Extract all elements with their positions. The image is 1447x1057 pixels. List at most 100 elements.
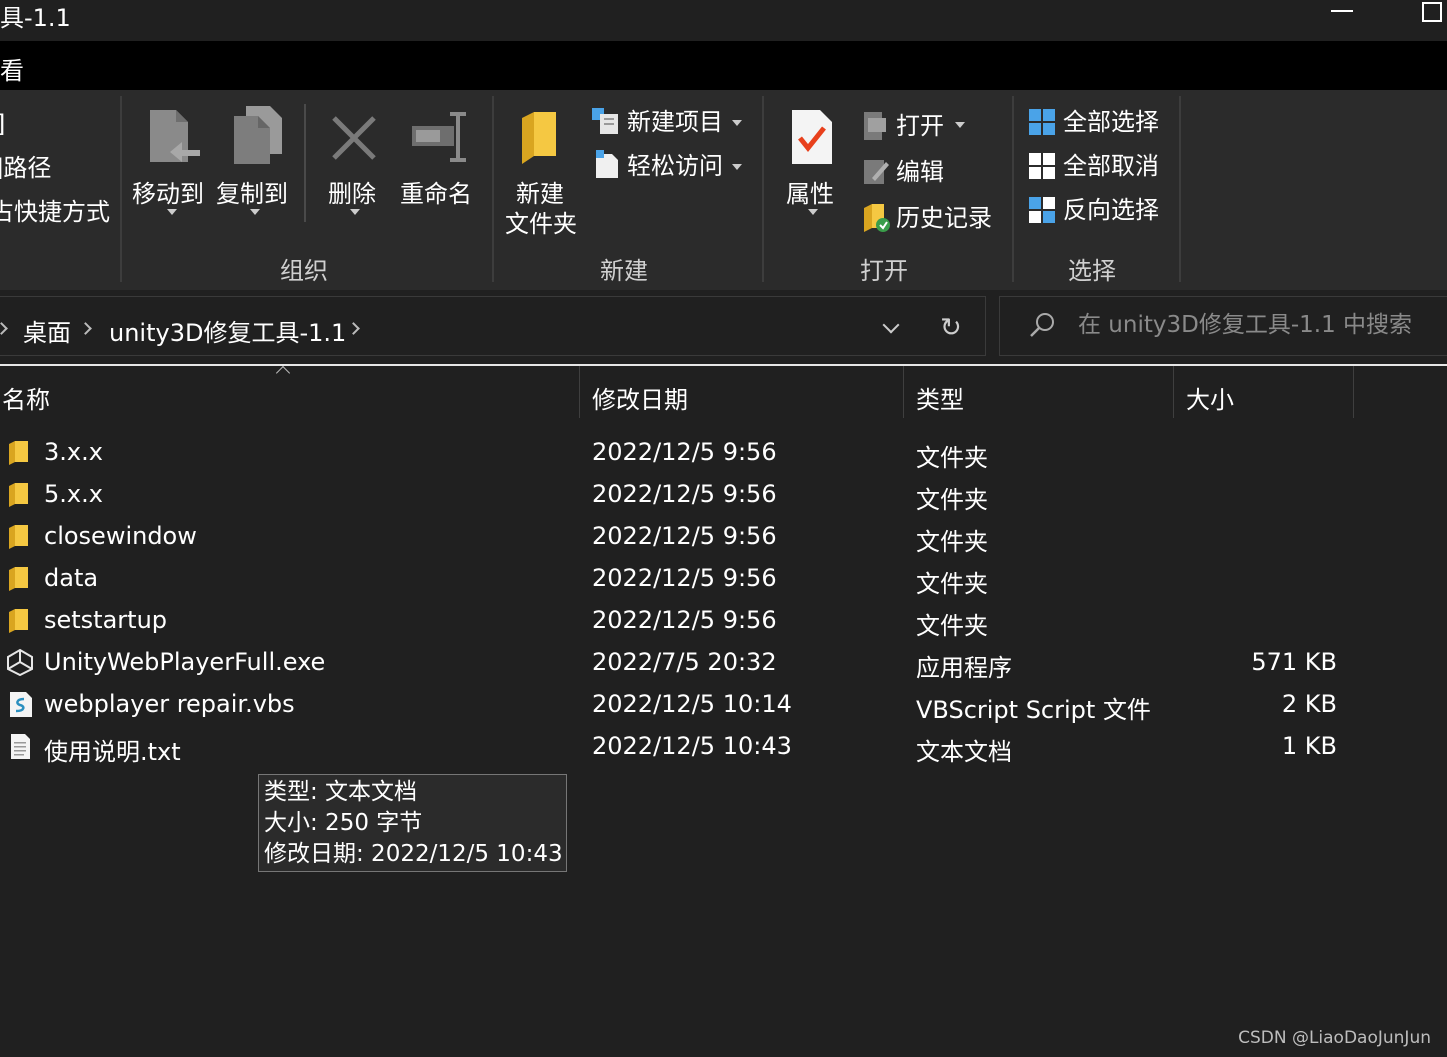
file-row[interactable]: 使用说明.txt 2022/12/5 10:43 文本文档 1 KB	[0, 726, 1447, 768]
file-date: 2022/12/5 10:14	[592, 690, 792, 718]
file-type: 文本文档	[916, 738, 1012, 766]
maximize-icon[interactable]	[1422, 2, 1442, 22]
open-label: 打开	[896, 112, 944, 140]
edit-label: 编辑	[896, 158, 944, 186]
file-info-tooltip: 类型: 文本文档 大小: 250 字节 修改日期: 2022/12/5 10:4…	[258, 774, 567, 872]
ribbon-separator	[1012, 96, 1014, 282]
ribbon-inner-separator	[304, 104, 306, 222]
new-folder-icon	[522, 112, 556, 164]
address-history-dropdown-icon[interactable]	[882, 316, 900, 334]
ribbon-partial-item-copy-path[interactable]: ]路径	[0, 154, 51, 182]
open-icon	[864, 112, 886, 140]
file-date: 2022/7/5 20:32	[592, 648, 777, 676]
ribbon: ] ]路径 占快捷方式 移动到 复制到 删除	[0, 90, 1447, 290]
column-header-size[interactable]: 大小	[1186, 380, 1234, 415]
file-type: 文件夹	[916, 612, 988, 640]
file-size: 1 KB	[1281, 732, 1337, 760]
file-date: 2022/12/5 9:56	[592, 480, 777, 508]
column-divider[interactable]	[1353, 366, 1354, 418]
menu-bar: 看	[0, 41, 1447, 90]
history-icon	[864, 204, 890, 232]
minimize-icon[interactable]	[1331, 10, 1353, 12]
refresh-icon[interactable]: ↻	[940, 313, 962, 343]
delete-caret-icon	[350, 209, 360, 215]
copy-to-caret-icon	[250, 209, 260, 215]
ribbon-separator	[492, 96, 494, 282]
ribbon-separator	[762, 96, 764, 282]
file-row[interactable]: closewindow 2022/12/5 9:56 文件夹	[0, 516, 1447, 558]
breadcrumb-chevron-icon[interactable]	[347, 322, 360, 335]
file-name: 使用说明.txt	[44, 738, 181, 766]
file-row[interactable]: data 2022/12/5 9:56 文件夹	[0, 558, 1447, 600]
file-date: 2022/12/5 9:56	[592, 564, 777, 592]
select-none-label: 全部取消	[1063, 152, 1159, 180]
ribbon-separator	[120, 96, 122, 282]
search-box[interactable]	[999, 296, 1447, 356]
copy-to-icon	[234, 106, 282, 164]
file-date: 2022/12/5 9:56	[592, 522, 777, 550]
ribbon-partial-item-1[interactable]: ]	[0, 110, 5, 138]
file-name: 5.x.x	[44, 480, 103, 508]
column-header-type[interactable]: 类型	[916, 380, 964, 415]
delete-label: 删除	[328, 180, 376, 208]
file-type: 文件夹	[916, 444, 988, 472]
move-to-caret-icon	[167, 209, 177, 215]
file-row[interactable]: 5.x.x 2022/12/5 9:56 文件夹	[0, 474, 1447, 516]
file-type: 文件夹	[916, 528, 988, 556]
breadcrumb-chevron-icon	[0, 322, 8, 335]
breadcrumb-desktop[interactable]: 桌面	[23, 313, 71, 348]
text-file-icon	[11, 734, 30, 759]
file-row[interactable]: webplayer repair.vbs 2022/12/5 10:14 VBS…	[0, 684, 1447, 726]
open-caret-icon	[955, 122, 965, 128]
file-type: VBScript Script 文件	[916, 696, 1151, 724]
file-row[interactable]: UnityWebPlayerFull.exe 2022/7/5 20:32 应用…	[0, 642, 1447, 684]
file-list: 名称 修改日期 类型 大小 3.x.x 2022/12/5 9:56 文件夹 5…	[0, 365, 1447, 1057]
properties-label: 属性	[786, 180, 834, 208]
column-header-date[interactable]: 修改日期	[592, 380, 688, 415]
history-label: 历史记录	[896, 204, 992, 232]
file-name: 3.x.x	[44, 438, 103, 466]
properties-caret-icon	[808, 209, 818, 215]
tooltip-modified: 修改日期: 2022/12/5 10:43	[264, 841, 563, 867]
group-label-organize: 组织	[280, 257, 328, 285]
new-folder-label-line2: 文件夹	[505, 210, 577, 238]
file-date: 2022/12/5 10:43	[592, 732, 792, 760]
ribbon-partial-item-paste-shortcut[interactable]: 占快捷方式	[0, 198, 110, 226]
column-header-name[interactable]: 名称	[2, 380, 50, 415]
unity-exe-icon	[7, 648, 33, 676]
column-divider[interactable]	[903, 366, 904, 418]
file-name: closewindow	[44, 522, 197, 550]
tab-view[interactable]: 看	[0, 51, 24, 86]
column-divider[interactable]	[1173, 366, 1174, 418]
window-title: 具-1.1	[0, 4, 71, 32]
breadcrumb-current-folder[interactable]: unity3D修复工具-1.1	[109, 313, 346, 348]
easy-access-label: 轻松访问	[627, 152, 723, 180]
copy-to-label: 复制到	[216, 180, 288, 208]
title-bar: 具-1.1	[0, 0, 1447, 41]
column-divider[interactable]	[579, 366, 580, 418]
select-none-icon	[1029, 153, 1055, 179]
file-type: 文件夹	[916, 570, 988, 598]
properties-icon	[792, 110, 832, 164]
easy-access-icon	[596, 150, 618, 178]
select-all-icon	[1029, 109, 1055, 135]
rename-icon	[412, 112, 466, 162]
file-row[interactable]: 3.x.x 2022/12/5 9:56 文件夹	[0, 432, 1447, 474]
file-date: 2022/12/5 9:56	[592, 606, 777, 634]
sort-ascending-icon	[275, 365, 291, 381]
folder-icon	[9, 525, 28, 549]
folder-icon	[9, 609, 28, 633]
search-input[interactable]	[1078, 307, 1447, 343]
group-label-new: 新建	[600, 257, 648, 285]
file-name: data	[44, 564, 99, 592]
file-row[interactable]: setstartup 2022/12/5 9:56 文件夹	[0, 600, 1447, 642]
breadcrumb-chevron-icon[interactable]	[79, 322, 92, 335]
tooltip-type: 类型: 文本文档	[264, 779, 418, 805]
file-name: UnityWebPlayerFull.exe	[44, 648, 326, 676]
new-item-icon	[592, 108, 618, 134]
move-to-label: 移动到	[132, 180, 204, 208]
watermark: CSDN @LiaoDaoJunJun	[1238, 1028, 1431, 1048]
file-name: webplayer repair.vbs	[44, 690, 295, 718]
address-bar[interactable]: 桌面 unity3D修复工具-1.1 ↻	[0, 296, 986, 356]
new-item-caret-icon	[732, 120, 742, 126]
